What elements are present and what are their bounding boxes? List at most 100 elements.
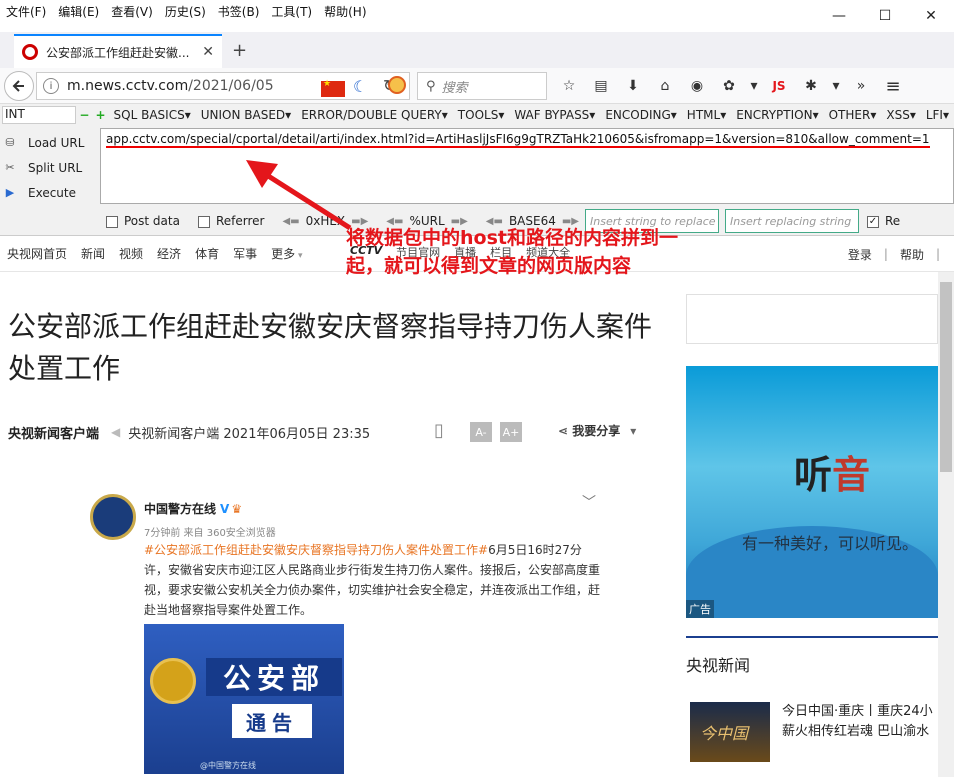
menu-union-based[interactable]: UNION BASED▾ (196, 108, 296, 122)
menu-xss[interactable]: XSS▾ (881, 108, 920, 122)
post-data-checkbox[interactable] (106, 215, 118, 228)
nav-video[interactable]: 视频 (112, 245, 150, 262)
info-icon[interactable]: i (43, 78, 59, 94)
news-thumbnail: 今中国 (690, 702, 770, 762)
url-text-host: app.cctv.com (106, 132, 186, 148)
news-thumbnail-text: 今中国 (700, 724, 749, 743)
maximize-button[interactable]: ☐ (862, 0, 908, 32)
ad-logo: 听音 (794, 444, 870, 499)
close-window-button[interactable]: ✕ (908, 0, 954, 32)
menu-error-double-query[interactable]: ERROR/DOUBLE QUERY▾ (296, 108, 453, 122)
menu-bookmarks[interactable]: 书签(B) (212, 3, 266, 20)
share-chevron-icon: ▾ (630, 424, 637, 438)
replacing-string-input[interactable]: Insert replacing string (725, 209, 859, 233)
article-title: 公安部派工作组赶赴安徽安庆督察指导持刀伤人案件处置工作 (8, 310, 653, 385)
menu-html[interactable]: HTML▾ (682, 108, 731, 122)
split-url-button[interactable]: ✂ Split URL (2, 155, 96, 180)
nav-sports[interactable]: 体育 (188, 245, 226, 262)
replace-checkbox[interactable]: ✓ (867, 215, 879, 228)
load-url-button[interactable]: ⛁ Load URL (2, 130, 96, 155)
referrer-label: Referrer (215, 214, 265, 228)
globe-icon[interactable]: ◉ (684, 72, 710, 100)
nav-military[interactable]: 军事 (226, 245, 264, 262)
new-tab-button[interactable]: + (232, 40, 247, 61)
menu-edit[interactable]: 编辑(E) (52, 3, 105, 20)
replace-option[interactable]: ✓ Re (867, 214, 900, 228)
execute-label: Execute (28, 185, 76, 200)
nav-more[interactable]: 更多 ▾ (264, 245, 309, 262)
hamburger-menu-icon[interactable]: ≡ (880, 72, 906, 100)
sidebar-search-box[interactable] (686, 294, 938, 344)
js-toggle[interactable]: JS (766, 72, 792, 100)
menu-file[interactable]: 文件(F) (0, 3, 52, 20)
search-icon: ⚲ (426, 78, 436, 94)
ministry-notice-image[interactable]: 公安部 通告 @中国警方在线 (144, 624, 344, 774)
dropdown-icon[interactable]: ▾ (748, 72, 760, 100)
site-user-links: 登录 | 帮助 | (836, 236, 954, 272)
url-host: m.news.cctv.com (67, 78, 189, 94)
menu-other[interactable]: OTHER▾ (824, 108, 882, 122)
split-url-label: Split URL (28, 160, 83, 175)
mobile-icon[interactable]: ▯ (434, 420, 444, 441)
bookmark-star-icon[interactable]: ☆ (556, 72, 582, 100)
page-scrollbar[interactable] (938, 272, 954, 777)
moon-icon[interactable]: ☾ (353, 77, 367, 96)
navigation-toolbar: i m.news.cctv.com /2021/06/05 ☾ ↻ ⚲ 搜索 ☆… (0, 68, 954, 104)
bug-icon[interactable]: ✱ (798, 72, 824, 100)
nav-economy[interactable]: 经济 (150, 245, 188, 262)
hackbar-url-textarea[interactable]: app.cctv.com/special/cportal/detail/arti… (100, 128, 954, 204)
address-bar[interactable]: i m.news.cctv.com /2021/06/05 ☾ ↻ (36, 72, 410, 100)
menu-encoding[interactable]: ENCODING▾ (600, 108, 681, 122)
font-decrease-button[interactable]: A- (470, 422, 492, 442)
menu-tools[interactable]: 工具(T) (265, 3, 318, 20)
execute-button[interactable]: ▶ Execute (2, 180, 96, 205)
hackbar-menu: INT − + SQL BASICS▾ UNION BASED▾ ERROR/D… (0, 104, 954, 126)
plus-icon[interactable]: + (95, 108, 105, 122)
toolbar-icons: ☆ ▤ ⬇ ⌂ ◉ ✿ ▾ JS ✱ ▾ » ≡ (556, 72, 906, 100)
tab-bar: 公安部派工作组赶赴安徽... ✕ + (0, 32, 954, 68)
verified-icon: V (220, 502, 230, 516)
ad-logo-char-2: 音 (832, 453, 871, 497)
menu-tools-hb[interactable]: TOOLS▾ (453, 108, 510, 122)
referrer-checkbox[interactable] (197, 215, 210, 228)
share-icon: ⋖ (558, 424, 573, 438)
post-hashtag[interactable]: #公安部派工作组赶赴安徽安庆督察指导持刀伤人案件处置工作# (144, 543, 488, 557)
cctv-favicon-icon (22, 44, 38, 60)
load-url-icon: ⛁ (5, 136, 15, 149)
left-arrow-icon: ◀▬ (282, 215, 300, 227)
menu-view[interactable]: 查看(V) (105, 3, 159, 20)
post-expand-chevron-icon[interactable]: ﹀ (582, 492, 596, 512)
share-label: 我要分享 (572, 424, 621, 438)
block-icon[interactable] (388, 76, 406, 94)
login-link[interactable]: 登录 (836, 246, 884, 263)
palette-icon[interactable]: ✿ (716, 72, 742, 100)
reader-icon[interactable]: ▤ (588, 72, 614, 100)
scrollbar-thumb[interactable] (940, 282, 952, 472)
back-button[interactable] (4, 70, 34, 101)
post-data-option[interactable]: Post data (106, 214, 180, 228)
int-select[interactable]: INT (2, 106, 77, 124)
tab-article[interactable]: 公安部派工作组赶赴安徽... ✕ (14, 34, 222, 68)
minimize-button[interactable]: — (816, 0, 862, 32)
menu-history[interactable]: 历史(S) (159, 3, 212, 20)
menu-encryption[interactable]: ENCRYPTION▾ (731, 108, 823, 122)
menu-help[interactable]: 帮助(H) (318, 3, 372, 20)
menu-lfi[interactable]: LFI▾ (921, 108, 954, 122)
menu-waf-bypass[interactable]: WAF BYPASS▾ (509, 108, 600, 122)
minus-icon[interactable]: − (79, 108, 89, 122)
download-icon[interactable]: ⬇ (620, 72, 646, 100)
referrer-option[interactable]: Referrer (197, 214, 265, 228)
dropdown-icon-2[interactable]: ▾ (830, 72, 842, 100)
advertisement-banner[interactable]: 听音 有一种美好，可以听见。 广告 (686, 366, 938, 618)
tab-close-button[interactable]: ✕ (202, 44, 214, 60)
search-field[interactable]: ⚲ 搜索 (417, 72, 547, 100)
menu-sql-basics[interactable]: SQL BASICS▾ (109, 108, 196, 122)
nav-news[interactable]: 新闻 (74, 245, 112, 262)
sidebar-news-item[interactable]: 今中国 今日中国·重庆丨重庆24小 薪火相传红岩魂 巴山渝水 (690, 702, 938, 762)
help-link[interactable]: 帮助 (888, 246, 936, 263)
overflow-icon[interactable]: » (848, 72, 874, 100)
home-icon[interactable]: ⌂ (652, 72, 678, 100)
font-increase-button[interactable]: A+ (500, 422, 522, 442)
nav-home[interactable]: 央视网首页 (0, 245, 74, 262)
share-button[interactable]: ⋖ 我要分享 ▾ (558, 422, 636, 439)
